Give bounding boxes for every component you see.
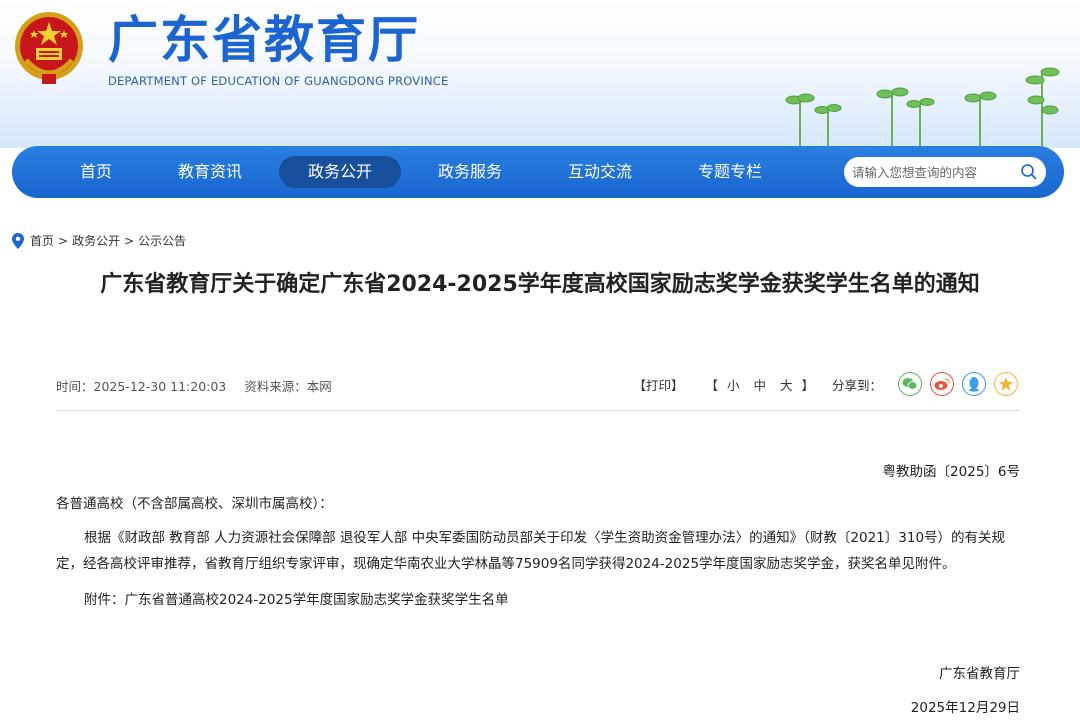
nav-item-interaction[interactable]: 互动交流 (554, 156, 646, 188)
breadcrumb-announcements[interactable]: 公示公告 (138, 232, 186, 249)
sprout-decoration (785, 67, 1060, 148)
size-bracket-open: 【 (705, 377, 718, 393)
nav-item-government-services[interactable]: 政务服务 (424, 156, 516, 188)
font-size-small[interactable]: 小 (727, 378, 740, 393)
breadcrumb-separator: > (58, 233, 69, 248)
nav-item-home[interactable]: 首页 (58, 156, 134, 188)
site-subtitle: DEPARTMENT OF EDUCATION OF GUANGDONG PRO… (108, 74, 449, 88)
article-source: 资料来源：本网 (244, 379, 332, 394)
breadcrumb-home[interactable]: 首页 (30, 232, 54, 249)
breadcrumb-government-affairs[interactable]: 政务公开 (72, 232, 120, 249)
font-size-large[interactable]: 大 (780, 378, 793, 393)
nav-item-government-affairs[interactable]: 政务公开 (279, 156, 401, 188)
body-paragraph: 根据《财政部 教育部 人力资源社会保障部 退役军人部 中央军委国防动员部关于印发… (56, 530, 1006, 572)
share-label: 分享到： (831, 377, 882, 393)
breadcrumb: 首页 > 政务公开 > 公示公告 (12, 232, 186, 249)
breadcrumb-separator: > (124, 233, 135, 248)
signature-date: 2025年12月29日 (910, 700, 1020, 716)
nav-item-special-topics[interactable]: 专题专栏 (684, 156, 776, 188)
search-box (844, 157, 1046, 187)
size-bracket-close: 】 (801, 377, 814, 393)
main-nav: 首页 教育资讯 政务公开 政务服务 互动交流 专题专栏 (12, 146, 1064, 198)
article-title: 广东省教育厅关于确定广东省2024-2025学年度高校国家励志奖学金获奖学生名单… (100, 272, 980, 297)
print-button[interactable]: 【打印】 (633, 375, 683, 394)
font-size-group: 【 小 中 大 】 (705, 375, 814, 394)
salutation: 各普通高校（不含部属高校、深圳市属高校）： (56, 496, 333, 512)
article-tools: 【打印】 【 小 中 大 】 分享到： (615, 372, 1018, 396)
document-number: 粤教助函〔2025〕6号 (882, 464, 1020, 480)
attachment-line: 附件：广东省普通高校2024-2025学年度国家励志奖学金获奖学生名单 (84, 592, 509, 608)
meta-divider (56, 410, 1020, 411)
national-emblem-icon (15, 12, 83, 84)
article-meta: 时间：2025-12-30 11:20:03 资料来源：本网 (56, 376, 346, 395)
signature-organization: 广东省教育厅 (939, 666, 1020, 682)
publish-time: 时间：2025-12-30 11:20:03 (56, 379, 227, 394)
site-header: 广东省教育厅 DEPARTMENT OF EDUCATION OF GUANGD… (0, 0, 1080, 148)
location-pin-icon (12, 232, 24, 249)
font-size-medium[interactable]: 中 (753, 378, 766, 393)
qq-icon[interactable] (962, 372, 986, 396)
search-input[interactable] (852, 157, 1012, 187)
site-title: 广东省教育厅 (108, 11, 420, 69)
search-icon[interactable] (1020, 163, 1038, 181)
nav-item-education-news[interactable]: 教育资讯 (164, 156, 256, 188)
weibo-icon[interactable] (930, 372, 954, 396)
wechat-icon[interactable] (898, 372, 922, 396)
qzone-icon[interactable] (994, 372, 1018, 396)
